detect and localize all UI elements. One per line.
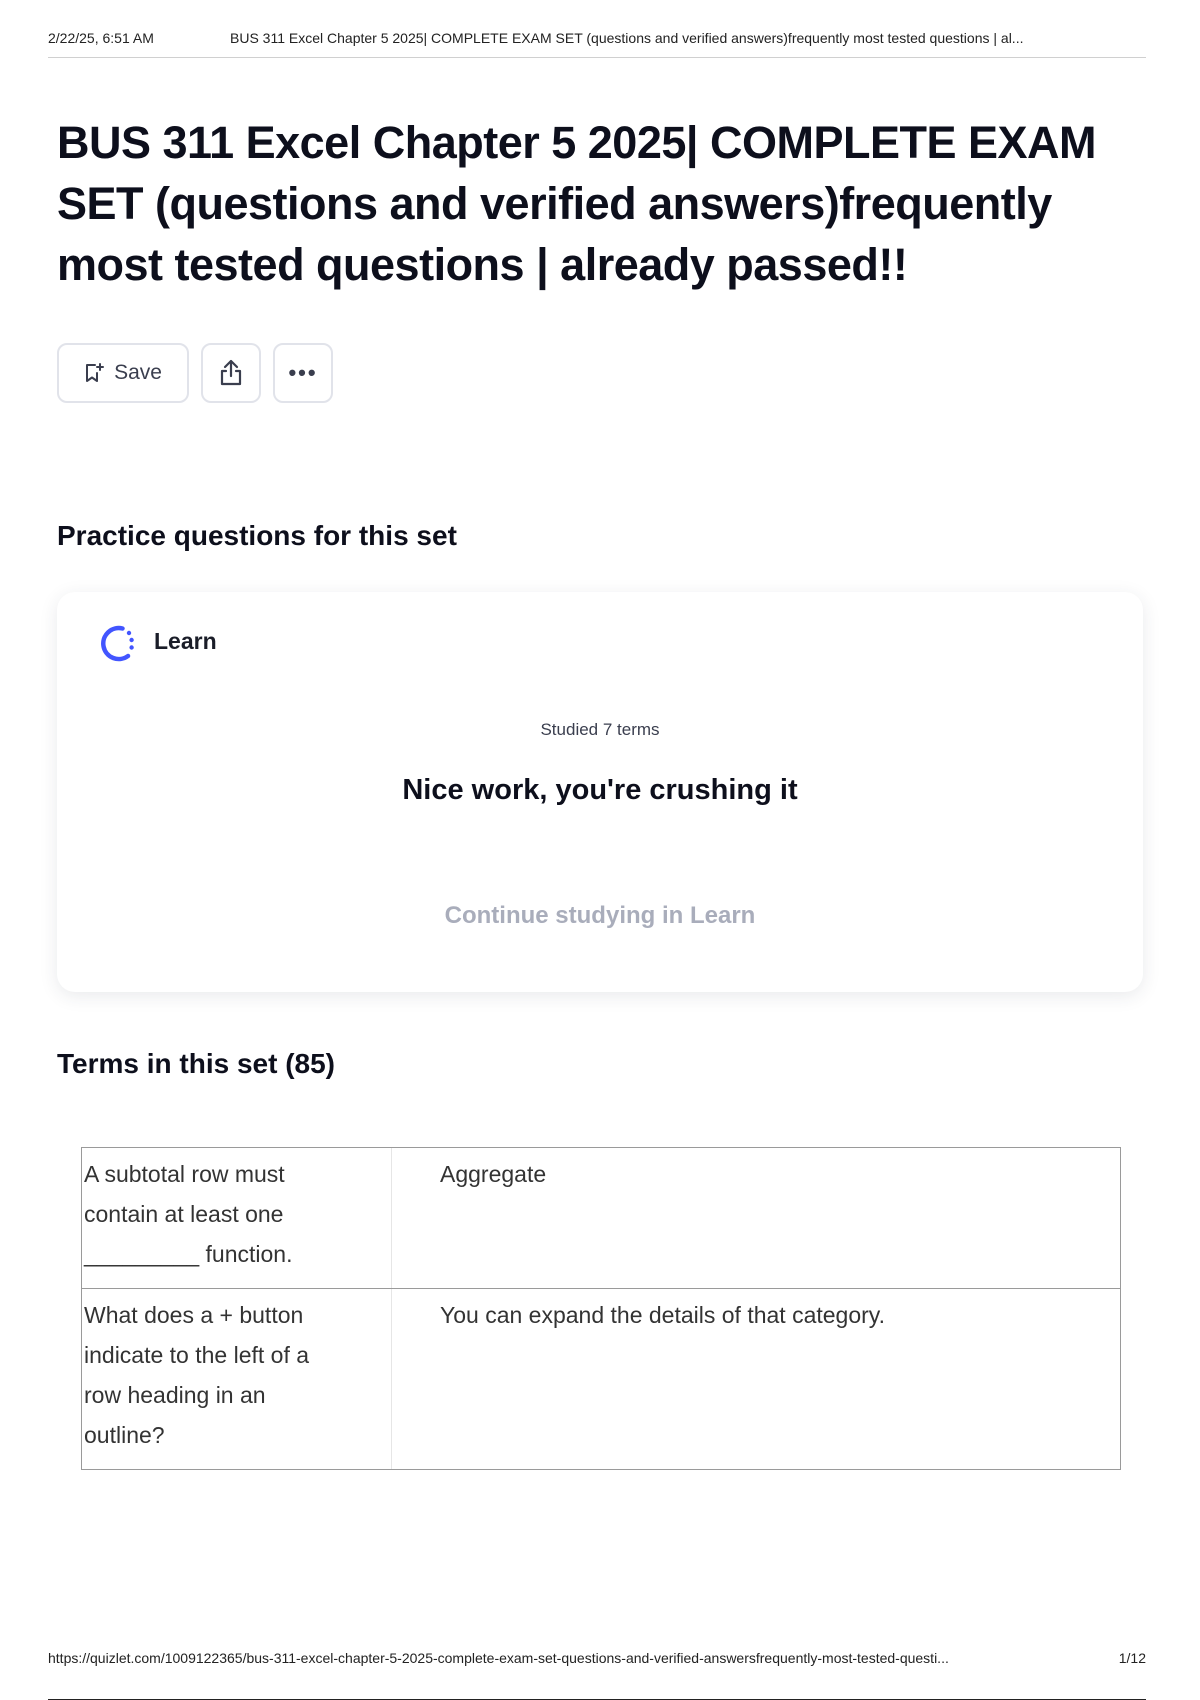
share-button[interactable] <box>201 343 261 403</box>
term-question-line: _________ function. <box>84 1241 293 1267</box>
more-icon: ••• <box>288 360 318 385</box>
terms-table: A subtotal row must contain at least one… <box>81 1147 1121 1470</box>
page-number: 1/12 <box>1118 1650 1146 1666</box>
print-page-title: BUS 311 Excel Chapter 5 2025| COMPLETE E… <box>230 30 1024 46</box>
learn-progress-icon <box>101 625 134 662</box>
term-question-line: indicate to the left of a <box>84 1342 310 1368</box>
terms-heading: Terms in this set (85) <box>57 1048 336 1079</box>
term-question-line: What does a + button <box>84 1302 304 1328</box>
page-url: https://quizlet.com/1009122365/bus-311-e… <box>48 1650 949 1666</box>
share-icon <box>220 359 242 386</box>
print-header: 2/22/25, 6:51 AM BUS 311 Excel Chapter 5… <box>48 30 1146 58</box>
learn-card[interactable]: Learn Studied 7 terms Nice work, you're … <box>57 592 1143 992</box>
term-question-line: A subtotal row must <box>84 1161 285 1187</box>
term-answer: Aggregate <box>440 1161 547 1187</box>
continue-learn-button[interactable]: Continue studying in Learn <box>57 902 1143 930</box>
print-footer: https://quizlet.com/1009122365/bus-311-e… <box>48 1650 1146 1700</box>
practice-heading: Practice questions for this set <box>57 520 457 551</box>
more-options-button[interactable]: ••• <box>273 343 333 403</box>
term-question: A subtotal row must contain at least one… <box>82 1148 392 1288</box>
term-question-line: outline? <box>84 1422 165 1448</box>
print-datetime: 2/22/25, 6:51 AM <box>48 30 154 46</box>
term-question-line: row heading in an <box>84 1382 266 1408</box>
studied-count: Studied 7 terms <box>540 720 660 739</box>
term-question-line: contain at least one <box>84 1201 284 1227</box>
set-toolbar: Save ••• <box>57 343 333 403</box>
term-answer: You can expand the details of that categ… <box>440 1302 885 1328</box>
encouragement-message: Nice work, you're crushing it <box>402 774 798 806</box>
save-button[interactable]: Save <box>57 343 189 403</box>
term-question: What does a + button indicate to the lef… <box>82 1289 392 1469</box>
save-button-label: Save <box>114 361 162 384</box>
page-title: BUS 311 Excel Chapter 5 2025| COMPLETE E… <box>57 117 1097 290</box>
table-row: A subtotal row must contain at least one… <box>82 1148 1120 1289</box>
bookmark-add-icon <box>86 363 105 382</box>
table-row: What does a + button indicate to the lef… <box>82 1289 1120 1469</box>
learn-label: Learn <box>154 628 217 654</box>
